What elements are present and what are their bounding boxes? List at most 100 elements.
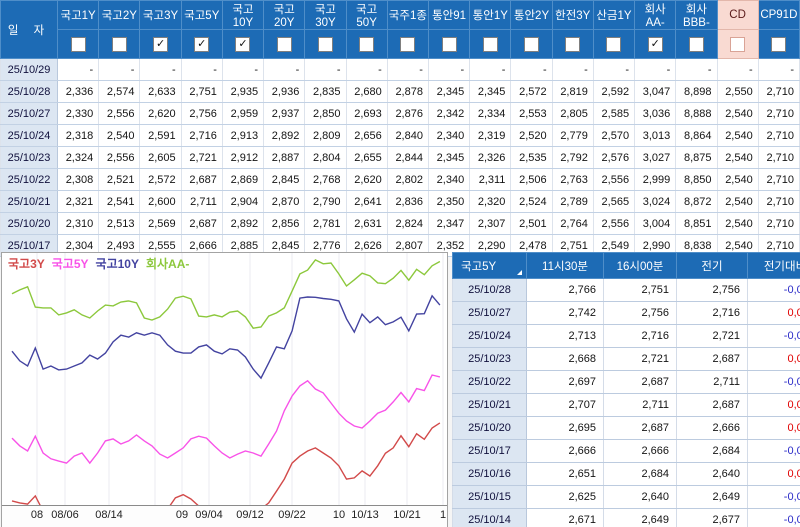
detail-row-25/10/15[interactable]: 25/10/152,6252,6402,649-0,009: [453, 486, 800, 509]
column-header-국고50Y[interactable]: 국고50Y: [346, 1, 387, 30]
detail-column-header-16시00분[interactable]: 16시00분: [604, 253, 677, 279]
rate-cell: 2,937: [264, 103, 305, 125]
rate-cell: 2,819: [552, 81, 593, 103]
rate-cell: 2,804: [305, 147, 346, 169]
column-header-국고10Y[interactable]: 국고10Y: [222, 1, 263, 30]
column-header-CP91D[interactable]: CP91D: [758, 1, 799, 30]
column-header-CD[interactable]: CD: [717, 1, 758, 30]
rate-cell: 2,570: [593, 125, 634, 147]
value-cell: 2,640: [604, 486, 677, 509]
series-checkbox-CD[interactable]: [730, 37, 745, 52]
series-checkbox-국고1Y[interactable]: [71, 37, 86, 52]
rate-cell: 2,307: [470, 213, 511, 235]
rates-row-25/10/27[interactable]: 25/10/272,3302,5562,6202,7562,9592,9372,…: [1, 103, 800, 125]
series-checkbox-회사BBB-[interactable]: [689, 37, 704, 52]
detail-row-25/10/22[interactable]: 25/10/222,6972,6872,711-0,024: [453, 371, 800, 394]
legend-item-국고10Y: 국고10Y: [96, 257, 139, 271]
series-checkbox-국고20Y[interactable]: [277, 37, 292, 52]
series-checkbox-한전3Y[interactable]: [565, 37, 580, 52]
detail-row-25/10/16[interactable]: 25/10/162,6512,6842,6400,044: [453, 463, 800, 486]
rate-cell: 2,310: [58, 213, 99, 235]
column-header-통안91[interactable]: 통안91: [428, 1, 469, 30]
series-checkbox-회사AA-[interactable]: ✓: [648, 37, 663, 52]
change-cell: 0,040: [748, 302, 800, 325]
column-header-국고20Y[interactable]: 국고20Y: [264, 1, 305, 30]
rate-cell: 2,869: [222, 169, 263, 191]
series-checkbox-국고5Y[interactable]: ✓: [194, 37, 209, 52]
detail-row-25/10/27[interactable]: 25/10/272,7422,7562,7160,040: [453, 302, 800, 325]
series-checkbox-통안2Y[interactable]: [524, 37, 539, 52]
rate-cell: 2,840: [387, 125, 428, 147]
rate-cell: -: [99, 59, 140, 81]
series-checkbox-국고30Y[interactable]: [318, 37, 333, 52]
rates-row-25/10/28[interactable]: 25/10/282,3362,5742,6332,7512,9352,9362,…: [1, 81, 800, 103]
column-checkbox-cell-국고50Y: [346, 30, 387, 59]
column-header-국고30Y[interactable]: 국고30Y: [305, 1, 346, 30]
rate-cell: 8,851: [676, 213, 717, 235]
series-checkbox-국고10Y[interactable]: ✓: [235, 37, 250, 52]
detail-row-25/10/14[interactable]: 25/10/142,6712,6492,677-0,028: [453, 509, 800, 527]
detail-row-25/10/24[interactable]: 25/10/242,7132,7162,721-0,005: [453, 325, 800, 348]
series-checkbox-국주1종[interactable]: [400, 37, 415, 52]
detail-row-25/10/21[interactable]: 25/10/212,7072,7112,6870,024: [453, 394, 800, 417]
rate-cell: 8,864: [676, 125, 717, 147]
rates-row-25/10/20[interactable]: 25/10/202,3102,5132,5692,6872,8922,8562,…: [1, 213, 800, 235]
detail-row-25/10/23[interactable]: 25/10/232,6682,7212,6870,034: [453, 348, 800, 371]
value-cell: 2,687: [677, 394, 748, 417]
rate-cell: 2,620: [140, 103, 181, 125]
column-checkbox-cell-국고30Y: [305, 30, 346, 59]
rate-cell: 3,047: [635, 81, 676, 103]
detail-column-header-전기대비[interactable]: 전기대비: [748, 253, 800, 279]
ktb5y-intraday-table: 국고5Y11시30분16시00분전기전기대비 25/10/282,7662,75…: [452, 252, 800, 527]
rate-cell: 2,540: [717, 191, 758, 213]
column-header-통안2Y[interactable]: 통안2Y: [511, 1, 552, 30]
rate-cell: 2,324: [58, 147, 99, 169]
rate-cell: 2,553: [511, 103, 552, 125]
rate-cell: 2,844: [387, 147, 428, 169]
rate-cell: 2,887: [264, 147, 305, 169]
x-axis-tick-09: 09: [176, 509, 188, 521]
rates-row-25/10/22[interactable]: 25/10/222,3082,5212,5722,6872,8692,8452,…: [1, 169, 800, 191]
column-header-회사BBB-[interactable]: 회사BBB-: [676, 1, 717, 30]
column-header-통안1Y[interactable]: 통안1Y: [470, 1, 511, 30]
detail-column-header-11시30분[interactable]: 11시30분: [527, 253, 604, 279]
series-checkbox-통안1Y[interactable]: [483, 37, 498, 52]
detail-row-25/10/28[interactable]: 25/10/282,7662,7512,756-0,005: [453, 279, 800, 302]
series-checkbox-국고50Y[interactable]: [359, 37, 374, 52]
column-checkbox-cell-국주1종: [387, 30, 428, 59]
value-cell: 2,640: [677, 463, 748, 486]
rates-row-25/10/24[interactable]: 25/10/242,3182,5402,5912,7162,9132,8922,…: [1, 125, 800, 147]
value-cell: 2,687: [604, 417, 677, 440]
rates-row-25/10/23[interactable]: 25/10/232,3242,5562,6052,7212,9122,8872,…: [1, 147, 800, 169]
column-header-국고5Y[interactable]: 국고5Y: [181, 1, 222, 30]
series-checkbox-국고3Y[interactable]: ✓: [153, 37, 168, 52]
detail-column-header-전기[interactable]: 전기: [677, 253, 748, 279]
column-header-국주1종[interactable]: 국주1종: [387, 1, 428, 30]
rate-cell: 2,318: [58, 125, 99, 147]
series-checkbox-통안91[interactable]: [442, 37, 457, 52]
series-checkbox-산금1Y[interactable]: [606, 37, 621, 52]
rate-cell: 2,792: [552, 147, 593, 169]
column-header-국고1Y[interactable]: 국고1Y: [58, 1, 99, 30]
detail-column-header-국고5Y[interactable]: 국고5Y: [453, 253, 527, 279]
detail-row-25/10/20[interactable]: 25/10/202,6952,6872,6660,021: [453, 417, 800, 440]
column-header-회사AA-[interactable]: 회사AA-: [635, 1, 676, 30]
rate-cell: 2,768: [305, 169, 346, 191]
series-checkbox-국고2Y[interactable]: [112, 37, 127, 52]
rate-cell: 2,524: [511, 191, 552, 213]
rates-row-25/10/21[interactable]: 25/10/212,3212,5412,6002,7112,9042,8702,…: [1, 191, 800, 213]
rate-cell: 2,572: [140, 169, 181, 191]
x-axis-tick-10/13: 10/13: [351, 509, 379, 521]
rate-cell: 2,336: [58, 81, 99, 103]
rate-cell: 2,802: [387, 169, 428, 191]
column-header-국고2Y[interactable]: 국고2Y: [99, 1, 140, 30]
x-axis-tick-09/04: 09/04: [195, 509, 223, 521]
rate-cell: 2,540: [717, 103, 758, 125]
column-header-국고3Y[interactable]: 국고3Y: [140, 1, 181, 30]
series-checkbox-CP91D[interactable]: [771, 37, 786, 52]
detail-row-25/10/17[interactable]: 25/10/172,6662,6662,684-0,018: [453, 440, 800, 463]
column-header-산금1Y[interactable]: 산금1Y: [593, 1, 634, 30]
rates-row-25/10/29[interactable]: 25/10/29------------------: [1, 59, 800, 81]
column-header-한전3Y[interactable]: 한전3Y: [552, 1, 593, 30]
date-column-header: 일 자: [1, 1, 58, 59]
